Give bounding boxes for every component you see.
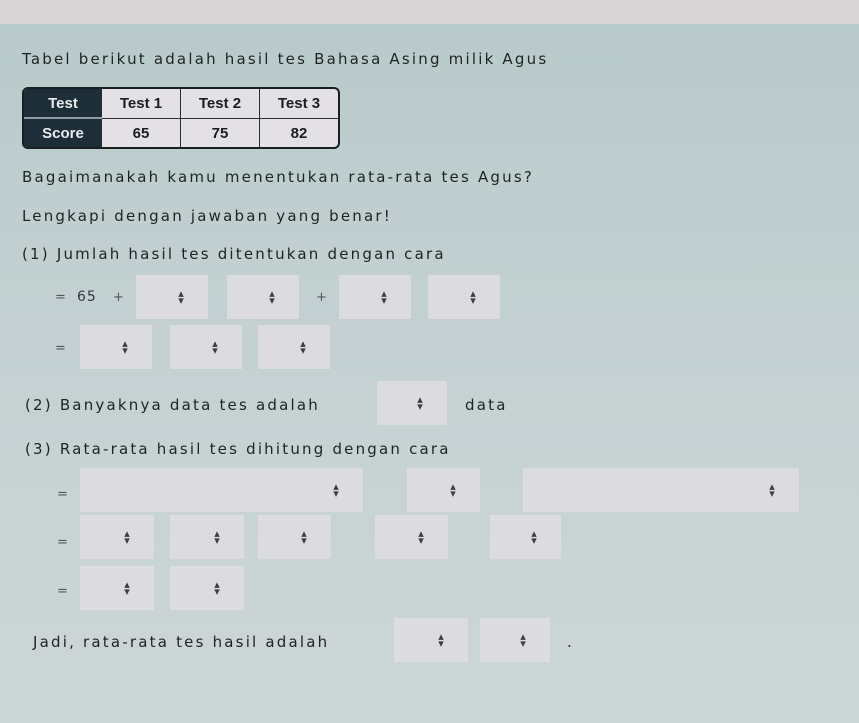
dropdown-step3-b[interactable]: ▴ ▾: [407, 468, 480, 512]
plus-sign: +: [316, 290, 327, 305]
dropdown-step1-c[interactable]: ▴ ▾: [339, 275, 411, 319]
up-down-chevron-icon: ▴ ▾: [438, 630, 444, 650]
conclusion-suffix: .: [567, 633, 574, 651]
step2-label: (2) Banyaknya data tes adalah: [25, 396, 320, 414]
up-down-chevron-icon: ▴ ▾: [122, 337, 128, 357]
equals-sign: =: [55, 290, 66, 305]
dropdown-step3-c[interactable]: ▴ ▾: [523, 468, 799, 512]
question-text: Bagaimanakah kamu menentukan rata-rata t…: [22, 168, 535, 186]
top-bar: [0, 0, 859, 24]
up-down-chevron-icon: ▴ ▾: [300, 337, 306, 357]
table-row: Score 65 75 82: [24, 119, 338, 147]
dropdown-step2[interactable]: ▴ ▾: [377, 381, 447, 425]
up-down-chevron-icon: ▴ ▾: [470, 287, 476, 307]
up-down-chevron-icon: ▴ ▾: [124, 527, 130, 547]
dropdown-step1-g[interactable]: ▴ ▾: [258, 325, 330, 369]
score-test2: 75: [181, 119, 260, 147]
dropdown-step3-j[interactable]: ▴ ▾: [170, 566, 244, 610]
dropdown-step3-h[interactable]: ▴ ▾: [490, 515, 561, 559]
dropdown-step1-b[interactable]: ▴ ▾: [227, 275, 299, 319]
up-down-chevron-icon: ▴ ▾: [769, 480, 775, 500]
up-down-chevron-icon: ▴ ▾: [214, 527, 220, 547]
up-down-chevron-icon: ▴ ▾: [418, 527, 424, 547]
row-header-score: Score: [24, 119, 102, 147]
row-header-test: Test: [24, 89, 102, 119]
dropdown-conclusion-a[interactable]: ▴ ▾: [394, 618, 468, 662]
equals-sign: =: [57, 487, 68, 502]
step1-label: (1) Jumlah hasil tes ditentukan dengan c…: [22, 245, 446, 263]
equals-sign: =: [57, 584, 68, 599]
col-header-test3: Test 3: [260, 89, 338, 119]
table-row: Test Test 1 Test 2 Test 3: [24, 89, 338, 119]
up-down-chevron-icon: ▴ ▾: [531, 527, 537, 547]
score-test1: 65: [102, 119, 181, 147]
dropdown-step3-d[interactable]: ▴ ▾: [80, 515, 154, 559]
dropdown-step3-g[interactable]: ▴ ▾: [375, 515, 448, 559]
up-down-chevron-icon: ▴ ▾: [178, 287, 184, 307]
up-down-chevron-icon: ▴ ▾: [124, 578, 130, 598]
score-table: Test Test 1 Test 2 Test 3 Score 65 75 82: [22, 87, 340, 149]
dropdown-conclusion-b[interactable]: ▴ ▾: [480, 618, 550, 662]
intro-text: Tabel berikut adalah hasil tes Bahasa As…: [22, 50, 549, 68]
col-header-test1: Test 1: [102, 89, 181, 119]
up-down-chevron-icon: ▴ ▾: [333, 480, 339, 500]
score-test3: 82: [290, 124, 308, 142]
up-down-chevron-icon: ▴ ▾: [450, 480, 456, 500]
first-score-value: 65: [77, 289, 97, 305]
dropdown-step1-f[interactable]: ▴ ▾: [170, 325, 242, 369]
up-down-chevron-icon: ▴ ▾: [212, 337, 218, 357]
dropdown-step1-a[interactable]: ▴ ▾: [136, 275, 208, 319]
up-down-chevron-icon: ▴ ▾: [520, 630, 526, 650]
up-down-chevron-icon: ▴ ▾: [417, 393, 423, 413]
up-down-chevron-icon: ▴ ▾: [214, 578, 220, 598]
step2-suffix: data: [465, 396, 508, 414]
up-down-chevron-icon: ▴ ▾: [381, 287, 387, 307]
up-down-chevron-icon: ▴ ▾: [269, 287, 275, 307]
dropdown-step3-i[interactable]: ▴ ▾: [80, 566, 154, 610]
dropdown-step3-a[interactable]: ▴ ▾: [80, 468, 363, 512]
equals-sign: =: [55, 341, 66, 356]
conclusion-label: Jadi, rata-rata tes hasil adalah: [33, 633, 330, 651]
step3-label: (3) Rata-rata hasil tes dihitung dengan …: [25, 440, 451, 458]
dropdown-step1-e[interactable]: ▴ ▾: [80, 325, 152, 369]
dropdown-step3-f[interactable]: ▴ ▾: [258, 515, 331, 559]
col-header-test2: Test 2: [181, 89, 260, 119]
equals-sign: =: [57, 535, 68, 550]
up-down-chevron-icon: ▴ ▾: [301, 527, 307, 547]
instruction-text: Lengkapi dengan jawaban yang benar!: [22, 207, 392, 225]
dropdown-step1-d[interactable]: ▴ ▾: [428, 275, 500, 319]
plus-sign: +: [113, 290, 124, 305]
dropdown-step3-e[interactable]: ▴ ▾: [170, 515, 244, 559]
